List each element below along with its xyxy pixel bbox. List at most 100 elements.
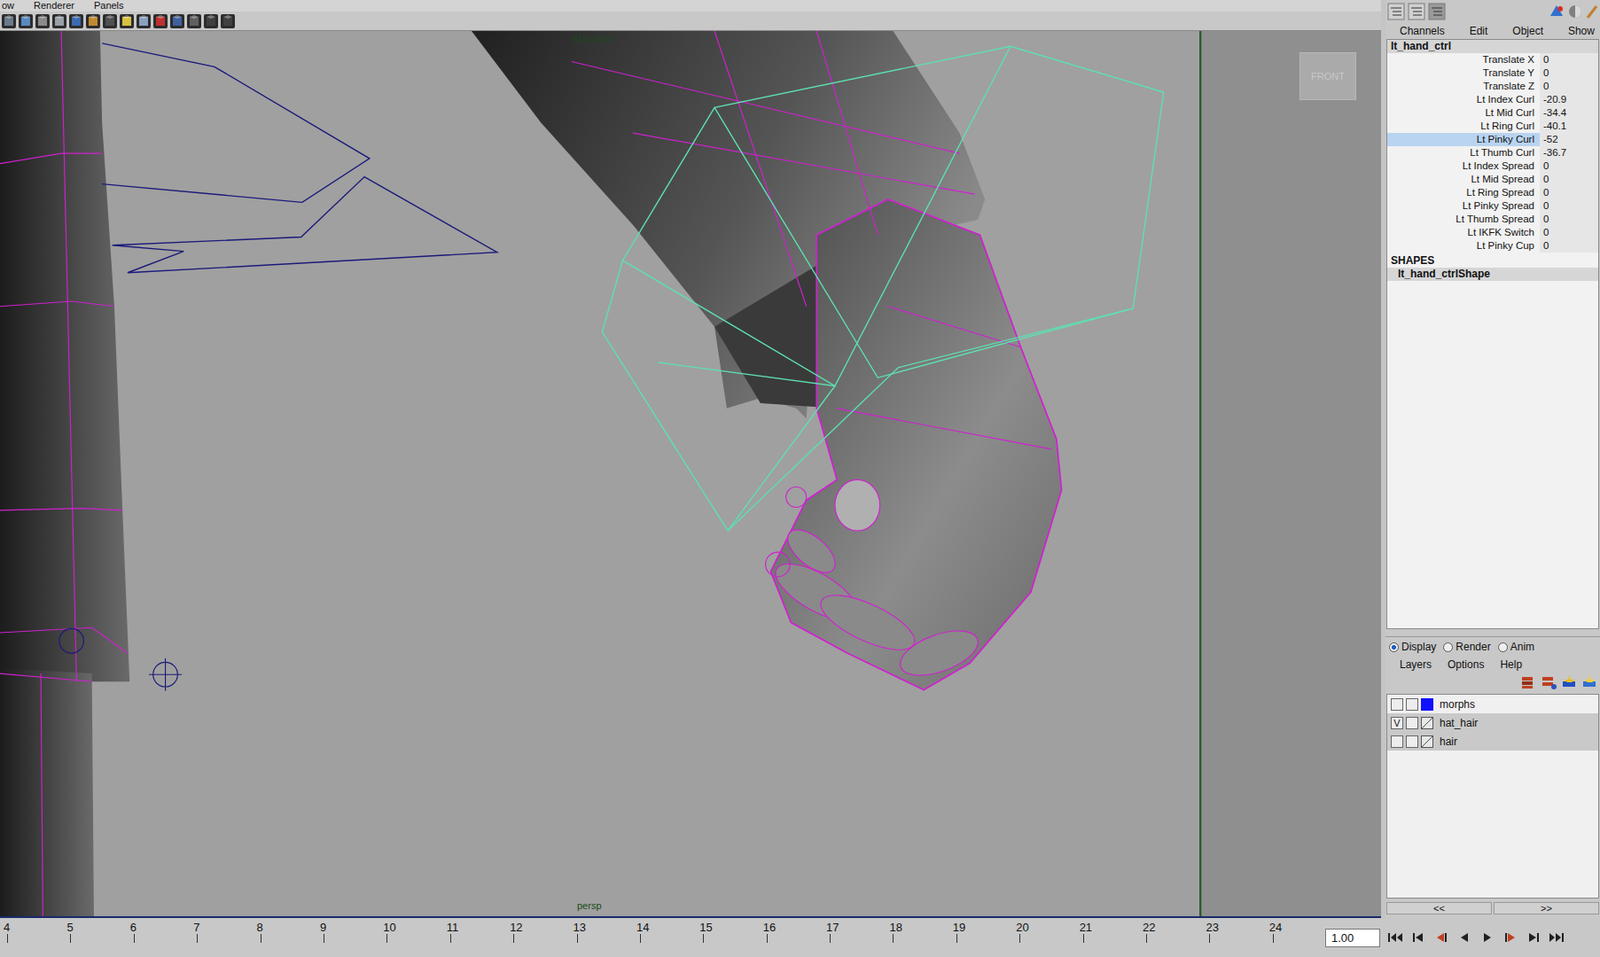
go-start-icon[interactable] (1385, 929, 1405, 946)
visibility-toggle[interactable] (1390, 735, 1404, 749)
panel-icon[interactable] (34, 13, 51, 30)
step-back-frame-icon[interactable] (1431, 929, 1452, 946)
layer-name[interactable]: hat_hair (1436, 717, 1478, 730)
tool-settings-icon[interactable] (1567, 3, 1584, 20)
attribute-value[interactable]: -36.7 (1539, 146, 1599, 160)
attribute-value[interactable]: 0 (1539, 239, 1599, 253)
attribute-value[interactable]: 0 (1539, 226, 1599, 240)
layer-mode-radio[interactable]: Display (1389, 640, 1437, 654)
shaded-cube-icon[interactable] (68, 13, 85, 30)
list-layout-icon[interactable] (1428, 2, 1446, 21)
menu-item[interactable]: Help (1499, 658, 1522, 672)
attribute-name[interactable]: Lt Mid Curl (1387, 106, 1540, 120)
attribute-name[interactable]: Lt Mid Spread (1387, 172, 1540, 187)
display-type-toggle[interactable] (1405, 698, 1419, 711)
resolution-gate-icon[interactable] (169, 13, 186, 30)
attribute-row[interactable]: Lt Ring Curl-40.1 (1387, 119, 1599, 133)
timeline[interactable]: 456789101112131415161718192021222324 (0, 918, 1321, 957)
menu-item[interactable]: Panels (93, 0, 125, 12)
list-layout-icon[interactable] (1387, 2, 1405, 21)
textured-cube-icon[interactable] (85, 13, 102, 30)
attribute-value[interactable]: 0 (1539, 212, 1599, 227)
menu-item[interactable]: ow (1, 0, 15, 12)
panel-splitter[interactable] (1385, 629, 1600, 638)
play-forward-icon[interactable] (1477, 929, 1498, 946)
attribute-name[interactable]: Translate Z (1387, 79, 1540, 94)
visibility-toggle[interactable]: V (1390, 717, 1404, 730)
attribute-row[interactable]: Lt Mid Spread0 (1387, 172, 1599, 187)
scroll-button[interactable]: >> (1493, 902, 1600, 915)
view-cube[interactable]: FRONT (1299, 52, 1357, 101)
attribute-value[interactable]: -52 (1539, 132, 1599, 147)
layer-row[interactable]: morphs (1387, 694, 1599, 714)
grid-icon[interactable] (0, 13, 17, 30)
layer-name[interactable]: hair (1436, 735, 1458, 749)
attribute-editor-icon[interactable] (1548, 3, 1565, 20)
visibility-toggle[interactable] (1390, 698, 1404, 711)
attribute-name[interactable]: Translate Y (1387, 66, 1540, 80)
attribute-name[interactable]: Lt Thumb Spread (1387, 212, 1540, 227)
layer-name[interactable]: morphs (1436, 698, 1476, 711)
attribute-name[interactable]: Lt Ring Curl (1387, 119, 1540, 133)
scroll-button[interactable]: << (1386, 902, 1492, 915)
display-type-toggle[interactable] (1405, 735, 1419, 749)
no-color-icon[interactable] (1420, 717, 1434, 730)
object-name[interactable]: lt_hand_ctrl (1387, 39, 1599, 54)
radio-icon[interactable] (1389, 642, 1399, 653)
attribute-value[interactable]: 0 (1539, 186, 1599, 200)
no-color-icon[interactable] (1420, 735, 1434, 749)
attribute-row[interactable]: Lt Pinky Spread0 (1387, 199, 1599, 213)
attribute-row[interactable]: Translate X0 (1387, 53, 1599, 67)
list-layout-icon[interactable] (1407, 2, 1426, 21)
attribute-name[interactable]: Lt Index Spread (1387, 159, 1540, 173)
attribute-row[interactable]: Lt Mid Curl-34.4 (1387, 106, 1599, 120)
attribute-name[interactable]: Lt Pinky Cup (1387, 239, 1540, 253)
perspective-viewport[interactable]: 810 x 810perspFRONT (0, 31, 1382, 919)
attribute-row[interactable]: Lt Pinky Curl-52 (1387, 132, 1599, 147)
attribute-row[interactable]: Translate Z0 (1387, 79, 1599, 94)
menu-item[interactable]: Renderer (33, 0, 75, 12)
attribute-row[interactable]: Translate Y0 (1387, 66, 1599, 80)
attribute-row[interactable]: Lt Ring Spread0 (1387, 186, 1599, 200)
attribute-name[interactable]: Lt Index Curl (1387, 93, 1540, 107)
attribute-name[interactable]: Lt Thumb Curl (1387, 146, 1540, 160)
step-forward-frame-icon[interactable] (1500, 929, 1521, 946)
new-layer-icon[interactable] (1519, 674, 1538, 691)
attribute-row[interactable]: Lt Thumb Spread0 (1387, 212, 1599, 227)
layer-star-icon[interactable] (1560, 674, 1578, 691)
layer-star-new-icon[interactable] (1580, 674, 1599, 691)
go-end-icon[interactable] (1546, 929, 1567, 946)
wireframe-cube-icon[interactable] (51, 13, 68, 30)
step-forward-key-icon[interactable] (1523, 929, 1544, 946)
layer-row[interactable]: hair (1387, 732, 1599, 751)
attribute-value[interactable]: 0 (1539, 66, 1599, 80)
new-layer-selected-icon[interactable] (1539, 674, 1558, 691)
attribute-name[interactable]: Translate X (1387, 53, 1540, 67)
attribute-name[interactable]: Lt IKFK Switch (1387, 226, 1540, 240)
attribute-row[interactable]: Lt Thumb Curl-36.7 (1387, 146, 1599, 160)
light-icon[interactable] (118, 13, 135, 30)
radio-icon[interactable] (1498, 642, 1508, 653)
attribute-name[interactable]: Lt Ring Spread (1387, 186, 1540, 200)
menu-item[interactable]: Layers (1399, 658, 1432, 672)
attribute-name[interactable]: Lt Pinky Spread (1387, 199, 1540, 213)
layer-mode-radio[interactable]: Render (1443, 640, 1491, 654)
menu-item[interactable]: Object (1512, 24, 1544, 38)
attribute-value[interactable]: 0 (1539, 53, 1599, 67)
attribute-row[interactable]: Lt IKFK Switch0 (1387, 226, 1599, 240)
attribute-value[interactable]: 0 (1539, 159, 1599, 173)
hand-control-curve[interactable] (601, 46, 1163, 531)
shape-name[interactable]: lt_hand_ctrlShape (1387, 267, 1599, 281)
attribute-row[interactable]: Lt Index Curl-20.9 (1387, 93, 1599, 107)
attribute-value[interactable]: -20.9 (1539, 93, 1599, 107)
attribute-row[interactable]: Lt Index Spread0 (1387, 159, 1599, 173)
step-back-key-icon[interactable] (1408, 929, 1429, 946)
isolate-icon[interactable] (186, 13, 203, 30)
xray-cube-icon[interactable] (152, 13, 169, 30)
attribute-name[interactable]: Lt Pinky Curl (1387, 132, 1540, 147)
display-type-toggle[interactable] (1405, 717, 1419, 730)
grid-toggle-icon[interactable] (202, 13, 219, 30)
menu-item[interactable]: Channels (1399, 24, 1445, 38)
attribute-value[interactable]: -40.1 (1539, 119, 1599, 133)
attribute-row[interactable]: Lt Pinky Cup0 (1387, 239, 1599, 253)
